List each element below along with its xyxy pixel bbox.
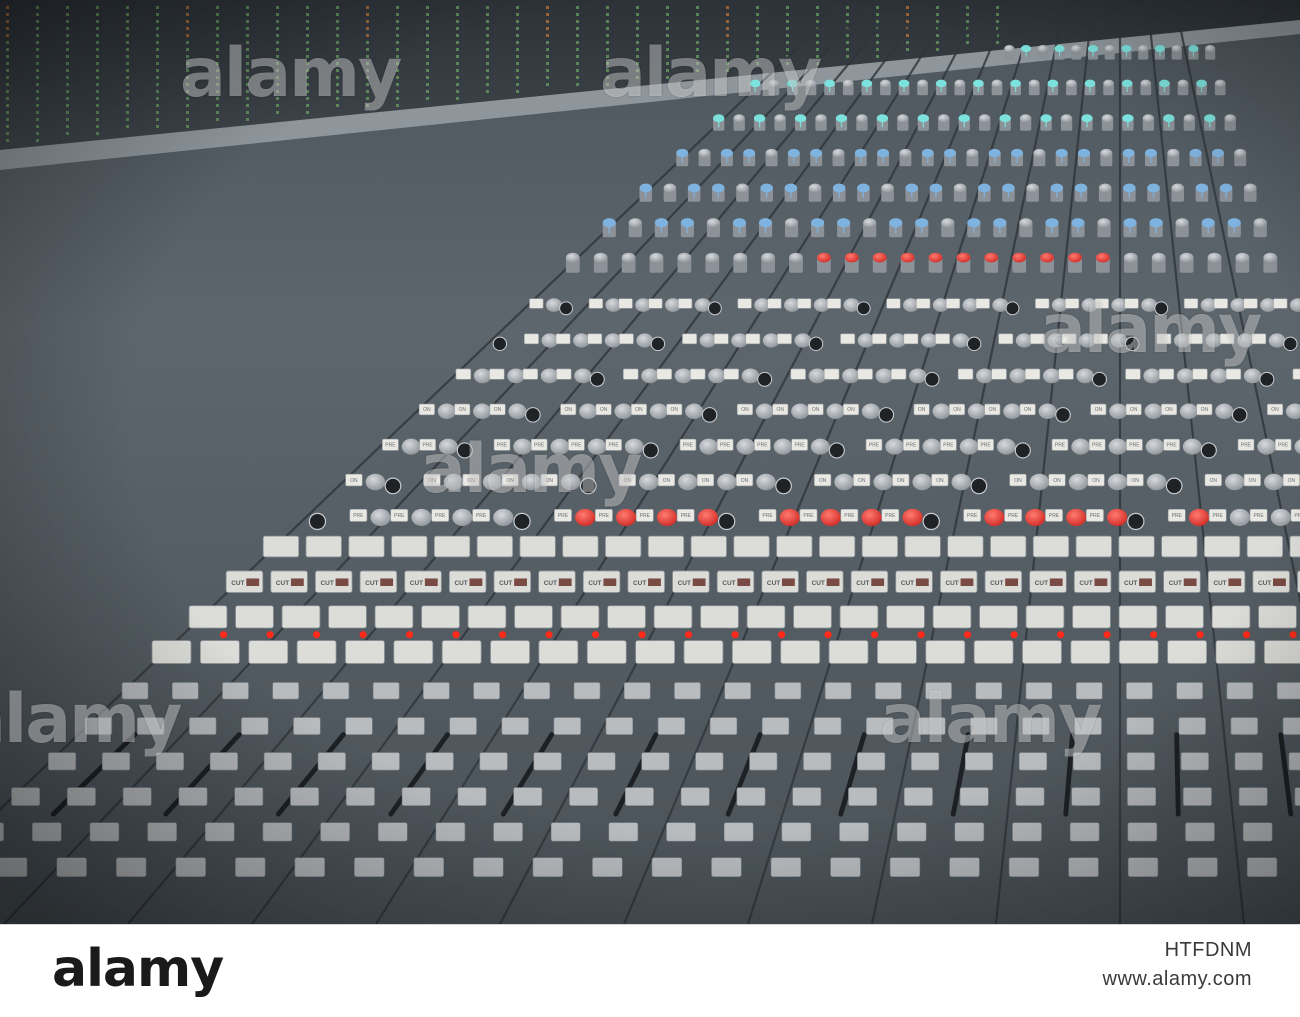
watermark-text: alamy <box>420 430 642 509</box>
vignette <box>0 0 1300 924</box>
brand-meta: HTFDNM www.alamy.com <box>1103 939 1253 991</box>
watermark-text: alamy <box>600 34 822 113</box>
mixing-console-photo: ONONONONONONONONONONONONONONONONONONONON… <box>0 0 1300 924</box>
stock-brand-bar: alamy HTFDNM www.alamy.com <box>0 924 1300 1017</box>
alamy-logo: alamy <box>52 939 224 999</box>
brand-url: www.alamy.com <box>1102 968 1252 990</box>
watermark-text: alamy <box>180 34 402 113</box>
watermark-text: alamy <box>1040 290 1262 369</box>
watermark-text: alamy <box>0 680 182 759</box>
image-id: HTFDNM <box>1164 939 1252 961</box>
watermark-text: alamy <box>880 680 1102 759</box>
